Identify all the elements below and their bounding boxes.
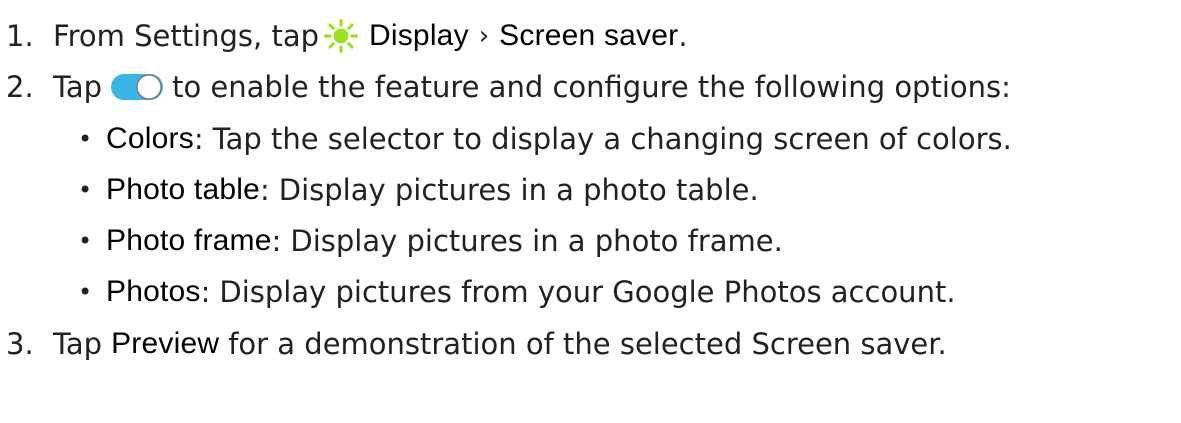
bullet: • <box>78 125 93 153</box>
bullet: • <box>78 278 93 306</box>
step-3-number: 3. <box>6 327 34 361</box>
option-colon: : <box>260 173 270 207</box>
option-colon: : <box>200 275 211 309</box>
step-3-suffix: for a demonstration of the selected Scre… <box>228 327 947 361</box>
step-1-number: 1. <box>6 19 34 53</box>
sun-ray <box>347 42 354 49</box>
step-1-prefix: From Settings, tap <box>53 19 319 53</box>
sun-ray <box>347 23 354 30</box>
option-text: Tap the selector to display a changing s… <box>212 122 1012 156</box>
option-label: Photo frame <box>106 224 272 257</box>
screen-saver-menu-label: Screen saver <box>499 19 679 52</box>
chevron-right-icon: › <box>478 21 490 51</box>
option-text: Display pictures in a photo table. <box>278 173 759 207</box>
instructions-page: 1. From Settings, tap Display › Screen s… <box>0 0 1181 423</box>
option-text: Display pictures from your Google Photos… <box>219 275 956 309</box>
step-2-prefix: Tap <box>53 70 103 104</box>
step-3-prefix: Tap <box>53 327 103 361</box>
option-text: Display pictures in a photo frame. <box>290 224 783 258</box>
sun-ray <box>328 42 335 49</box>
option-photos: • Photos : Display pictures from your Go… <box>78 266 956 318</box>
step-1: 1. From Settings, tap Display › Screen s… <box>6 10 688 62</box>
option-colon: : <box>193 122 204 156</box>
display-menu-label: Display <box>369 19 469 52</box>
bullet: • <box>78 227 93 255</box>
option-label: Colors <box>106 122 194 155</box>
option-colors: • Colors : Tap the selector to display a… <box>78 113 1012 165</box>
step-1-suffix: . <box>678 19 688 53</box>
option-label: Photo table <box>106 173 260 206</box>
option-colon: : <box>271 224 282 258</box>
bullet: • <box>78 176 93 204</box>
step-3: 3. Tap Preview for a demonstration of th… <box>6 318 947 370</box>
sun-ray <box>328 23 335 30</box>
toggle-switch-icon <box>111 74 164 100</box>
step-2-number: 2. <box>6 70 34 104</box>
option-label: Photos <box>106 275 201 308</box>
step-2-suffix: to enable the feature and configure the … <box>172 70 1011 104</box>
preview-button-label: Preview <box>111 327 220 360</box>
sun-icon <box>323 19 359 53</box>
option-photo-frame: • Photo frame : Display pictures in a ph… <box>78 215 783 267</box>
option-photo-table: • Photo table : Display pictures in a ph… <box>78 164 759 216</box>
step-2: 2. Tap to enable the feature and configu… <box>6 61 1011 113</box>
